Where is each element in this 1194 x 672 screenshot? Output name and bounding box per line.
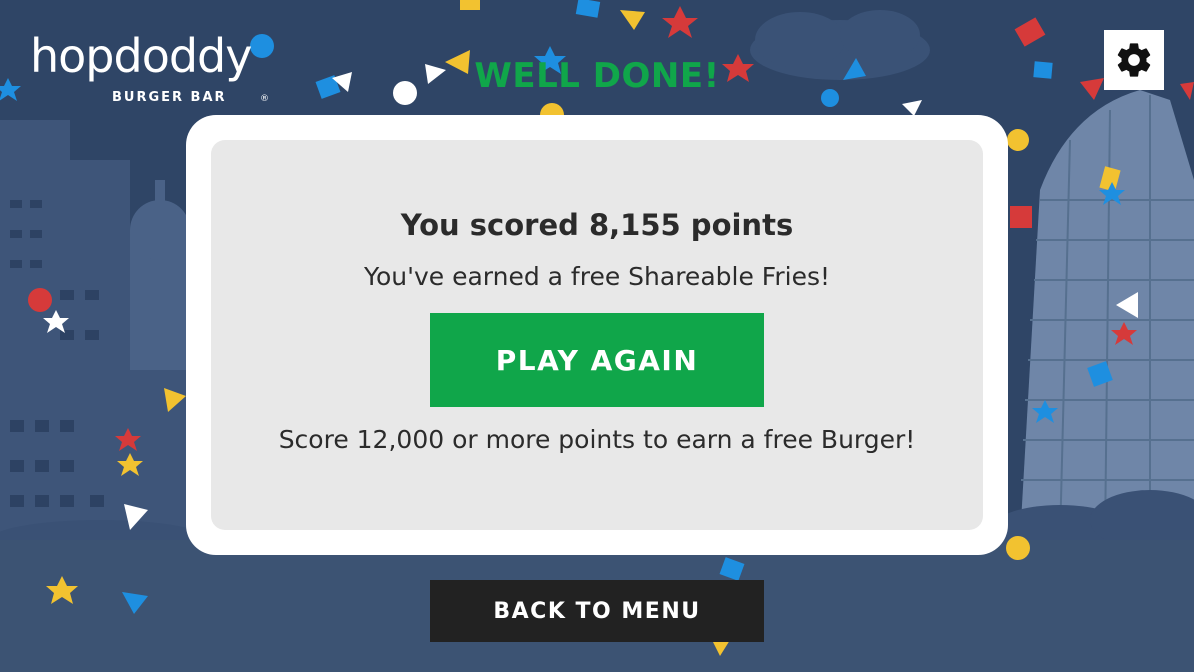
well-done-headline: WELL DONE!	[474, 56, 720, 96]
results-card: You scored 8,155 points You've earned a …	[186, 115, 1008, 555]
play-again-button[interactable]: PLAY AGAIN	[430, 313, 764, 407]
logo-wordmark: hopdoddy	[30, 29, 252, 83]
hopdoddy-logo: hopdoddy BURGER BAR ®	[30, 28, 270, 110]
settings-button[interactable]	[1104, 30, 1164, 90]
score-text: You scored 8,155 points	[400, 208, 794, 242]
results-panel: You scored 8,155 points You've earned a …	[211, 140, 983, 530]
logo-registered-mark: ®	[260, 94, 269, 104]
next-goal-text: Score 12,000 or more points to earn a fr…	[278, 425, 916, 454]
reward-text: You've earned a free Shareable Fries!	[364, 262, 830, 291]
back-to-menu-button[interactable]: BACK TO MENU	[430, 580, 764, 642]
gear-icon	[1117, 43, 1151, 77]
logo-tagline: BURGER BAR	[112, 90, 227, 105]
game-screen: hopdoddy BURGER BAR ® WELL DONE! You sco…	[0, 0, 1194, 672]
